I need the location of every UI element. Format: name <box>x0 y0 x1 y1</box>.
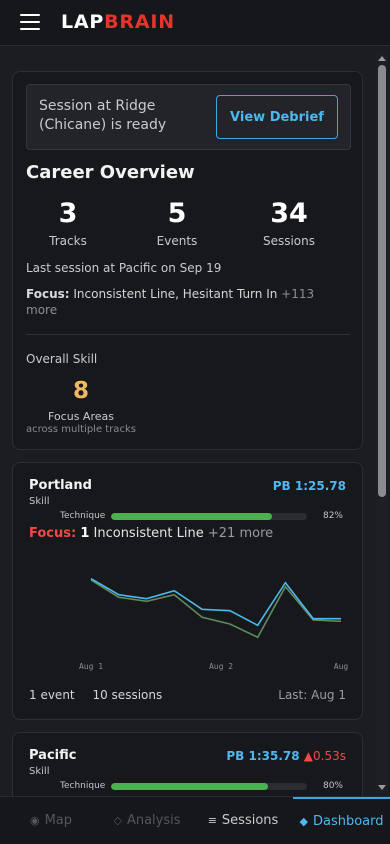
stat-events-value: 5 <box>167 198 187 229</box>
hamburger-menu-icon[interactable] <box>20 14 40 30</box>
technique-label: Technique <box>60 511 106 521</box>
top-app-bar: LAPBRAIN <box>0 0 390 46</box>
chart-series-line-0 <box>90 578 341 627</box>
technique-progress-fill <box>111 783 268 790</box>
track-name: Pacific <box>29 748 77 763</box>
nav-tab-analysis[interactable]: ◇ Analysis <box>108 797 186 844</box>
chart-x-tick-label: Aug <box>334 662 349 671</box>
track-focus-count: 1 <box>80 526 90 541</box>
stat-tracks-label: Tracks <box>49 234 87 248</box>
logo-brain-text: BRAIN <box>104 11 175 33</box>
dashboard-icon: ◆ <box>299 815 308 828</box>
stat-tracks-value: 3 <box>58 198 78 229</box>
nav-tab-map[interactable]: ◉ Map <box>20 797 82 844</box>
dashboard-scroll-area[interactable]: Session at Ridge (Chicane) is ready View… <box>0 47 390 796</box>
nav-tab-map-label: Map <box>44 813 73 828</box>
technique-progress-fill <box>111 513 272 520</box>
nav-tab-sessions[interactable]: ≡ Sessions <box>204 797 282 844</box>
analysis-icon: ◇ <box>113 814 122 827</box>
focus-label: Focus: <box>26 287 70 301</box>
track-focus-text: Inconsistent Line <box>93 526 204 541</box>
lap-time-trend-chart: Aug 1 Aug 2 Aug <box>79 578 349 671</box>
scroll-up-arrow-icon[interactable] <box>378 56 386 61</box>
track-card-portland[interactable]: Portland PB 1:25.78 Skill Technique 82% … <box>12 462 363 720</box>
last-session-text: Last session at Pacific on Sep 19 <box>26 261 222 275</box>
career-focus-line: Focus: Inconsistent Line, Hesitant Turn … <box>26 286 346 318</box>
technique-progress-bar <box>111 513 307 520</box>
personal-best: PB 1:25.78 <box>272 479 346 493</box>
track-session-count: 10 sessions <box>92 688 163 702</box>
track-focus-more: +21 more <box>207 526 274 541</box>
stat-sessions: 34 Sessions <box>234 198 344 248</box>
track-name: Portland <box>29 478 92 493</box>
nav-tab-sessions-label: Sessions <box>221 813 279 828</box>
technique-label: Technique <box>60 781 106 791</box>
personal-best-time: PB 1:35.78 <box>226 749 300 763</box>
stat-events-label: Events <box>156 234 198 248</box>
career-overview-card: Session at Ridge (Chicane) is ready View… <box>12 71 363 450</box>
app-logo: LAPBRAIN <box>61 11 175 33</box>
track-last-date: Last: Aug 1 <box>278 688 346 702</box>
chart-series-line-1 <box>90 579 342 639</box>
personal-best-delta: ▲0.53s <box>303 749 346 763</box>
track-event-summary: 1 event 10 sessions <box>29 688 176 702</box>
section-divider <box>26 334 350 335</box>
skill-label: Skill <box>29 496 50 507</box>
nav-tab-dashboard-label: Dashboard <box>312 814 384 829</box>
technique-percent: 80% <box>322 781 343 791</box>
nav-tab-analysis-label: Analysis <box>126 813 181 828</box>
stat-events: 5 Events <box>122 198 232 248</box>
focus-areas-subtitle: across multiple tracks <box>26 424 136 435</box>
vertical-scrollbar[interactable] <box>376 53 388 793</box>
scrollbar-thumb[interactable] <box>378 65 386 497</box>
map-icon: ◉ <box>29 814 40 827</box>
track-focus-line: Focus: 1 Inconsistent Line +21 more <box>29 526 273 541</box>
stat-sessions-value: 34 <box>270 198 308 229</box>
focus-areas-label: Focus Areas <box>48 410 114 423</box>
chart-x-tick-label: Aug 2 <box>209 662 233 671</box>
session-ready-text: Session at Ridge (Chicane) is ready <box>39 98 167 133</box>
personal-best: PB 1:35.78 ▲0.53s <box>226 749 346 763</box>
career-overview-title: Career Overview <box>26 162 195 183</box>
session-ready-notice: Session at Ridge (Chicane) is ready View… <box>26 84 351 150</box>
logo-lap-text: LAP <box>61 11 105 33</box>
chart-x-tick-label: Aug 1 <box>79 662 103 671</box>
nav-tab-dashboard[interactable]: ◆ Dashboard <box>293 797 390 844</box>
sessions-icon: ≡ <box>207 814 217 827</box>
technique-progress-bar <box>111 783 307 790</box>
focus-items: Inconsistent Line, Hesitant Turn In <box>73 287 278 301</box>
technique-percent: 82% <box>322 511 343 521</box>
view-debrief-button[interactable]: View Debrief <box>216 95 338 139</box>
track-event-count: 1 event <box>29 688 75 702</box>
stat-tracks: 3 Tracks <box>13 198 123 248</box>
skill-label: Skill <box>29 766 50 777</box>
track-card-pacific[interactable]: Pacific PB 1:35.78 ▲0.53s Skill Techniqu… <box>12 732 363 796</box>
overall-skill-label: Overall Skill <box>26 352 98 366</box>
focus-areas-count: 8 <box>72 378 89 404</box>
track-focus-label: Focus: <box>29 526 77 541</box>
stat-sessions-label: Sessions <box>262 234 316 248</box>
bottom-navigation: ◉ Map ◇ Analysis ≡ Sessions ◆ Dashboard <box>0 796 390 844</box>
scroll-down-arrow-icon[interactable] <box>378 785 386 790</box>
